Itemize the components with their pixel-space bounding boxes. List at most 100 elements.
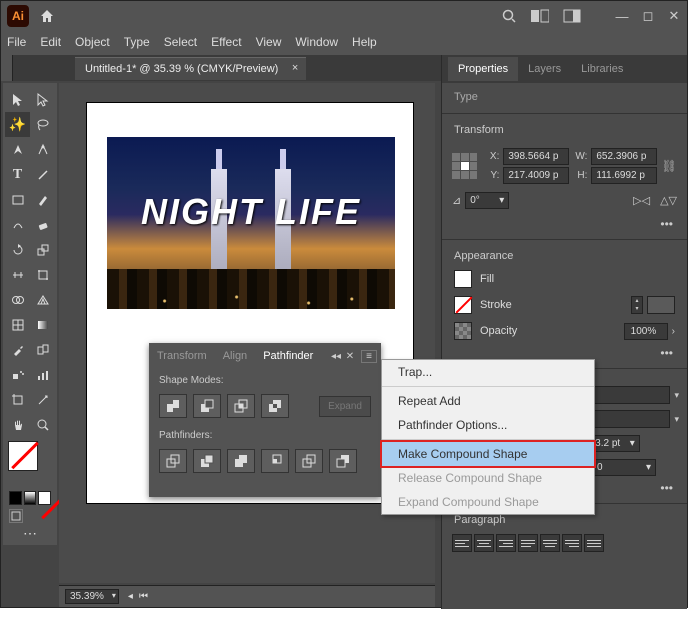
eyedropper-tool[interactable] — [5, 337, 30, 362]
align-left-button[interactable] — [452, 534, 472, 552]
menu-select[interactable]: Select — [164, 35, 197, 49]
none-mode-icon[interactable] — [38, 491, 51, 505]
tab-close-icon[interactable]: × — [292, 62, 298, 74]
zoom-dropdown[interactable]: 35.39% — [65, 589, 119, 604]
rectangle-tool[interactable] — [5, 187, 30, 212]
menu-edit[interactable]: Edit — [40, 35, 61, 49]
document-tab[interactable]: Untitled-1* @ 35.39 % (CMYK/Preview) × — [75, 57, 306, 80]
arrange-docs-icon[interactable] — [531, 9, 549, 23]
menu-item-make-compound-shape[interactable]: Make Compound Shape — [380, 440, 596, 468]
outline-button[interactable] — [295, 449, 323, 473]
type-tool[interactable]: T — [5, 162, 30, 187]
exclude-button[interactable] — [261, 394, 289, 418]
home-icon[interactable] — [37, 6, 57, 26]
menu-file[interactable]: File — [7, 35, 26, 49]
unite-button[interactable] — [159, 394, 187, 418]
rotate-input[interactable]: 0°▾ — [465, 192, 509, 209]
opacity-swatch[interactable] — [454, 322, 472, 340]
shape-builder-tool[interactable] — [5, 287, 30, 312]
blend-tool[interactable] — [30, 337, 55, 362]
expand-button[interactable]: Expand — [319, 396, 371, 417]
menu-window[interactable]: Window — [295, 35, 338, 49]
pen-tool[interactable] — [5, 137, 30, 162]
curvature-tool[interactable] — [30, 137, 55, 162]
menu-item-pathfinder-options[interactable]: Pathfinder Options... — [382, 413, 594, 437]
merge-button[interactable] — [227, 449, 255, 473]
reference-point-widget[interactable] — [452, 153, 477, 179]
flip-horizontal-icon[interactable]: ▷◁ — [633, 194, 650, 207]
stroke-swatch[interactable] — [8, 441, 38, 471]
shaper-tool[interactable] — [5, 212, 30, 237]
opacity-input[interactable]: 100% — [624, 323, 668, 340]
fill-color-swatch[interactable] — [454, 270, 472, 288]
hand-tool[interactable] — [5, 412, 30, 437]
menu-object[interactable]: Object — [75, 35, 110, 49]
gradient-tool[interactable] — [30, 312, 55, 337]
menu-item-repeat-add[interactable]: Repeat Add — [382, 389, 594, 413]
transform-more-icon[interactable]: ••• — [442, 215, 687, 237]
tab-properties[interactable]: Properties — [448, 57, 518, 81]
rotate-tool[interactable] — [5, 237, 30, 262]
divide-button[interactable] — [159, 449, 187, 473]
justify-all-button[interactable] — [584, 534, 604, 552]
zoom-tool[interactable] — [30, 412, 55, 437]
menu-help[interactable]: Help — [352, 35, 377, 49]
y-input[interactable]: 217.4009 p — [503, 167, 569, 184]
panel-tab-pathfinder[interactable]: Pathfinder — [255, 344, 321, 368]
justify-left-button[interactable] — [518, 534, 538, 552]
paintbrush-tool[interactable] — [30, 187, 55, 212]
magic-wand-tool[interactable]: ✨ — [5, 112, 30, 137]
lasso-tool[interactable] — [30, 112, 55, 137]
w-input[interactable]: 652.3906 p — [591, 148, 657, 165]
panel-tab-transform[interactable]: Transform — [149, 344, 215, 368]
stroke-weight-stepper[interactable]: ▴▾ — [631, 296, 643, 314]
slice-tool[interactable] — [30, 387, 55, 412]
control-bar-collapse[interactable] — [1, 55, 13, 81]
panel-menu-icon[interactable]: ≡ — [361, 350, 377, 363]
opacity-flyout-icon[interactable]: › — [672, 326, 675, 337]
minus-back-button[interactable] — [329, 449, 357, 473]
x-input[interactable]: 398.5664 p — [503, 148, 569, 165]
symbol-sprayer-tool[interactable] — [5, 362, 30, 387]
artboard-nav-first-icon[interactable]: ⏮ — [136, 591, 151, 602]
menu-type[interactable]: Type — [124, 35, 150, 49]
color-mode-icon[interactable] — [9, 491, 22, 505]
workspace-switcher-icon[interactable] — [563, 9, 581, 23]
flip-vertical-icon[interactable]: △▽ — [660, 194, 677, 207]
stroke-weight-dropdown[interactable] — [647, 296, 675, 314]
align-center-button[interactable] — [474, 534, 494, 552]
perspective-tool[interactable] — [30, 287, 55, 312]
edit-toolbar-icon[interactable]: ⋯ — [5, 525, 55, 541]
tracking-input[interactable]: 0▾ — [592, 459, 656, 476]
artboard-tool[interactable] — [5, 387, 30, 412]
panel-tab-align[interactable]: Align — [215, 344, 255, 368]
search-icon[interactable] — [501, 8, 517, 24]
screen-mode-icon[interactable] — [9, 509, 23, 523]
direct-selection-tool[interactable] — [30, 87, 55, 112]
align-right-button[interactable] — [496, 534, 516, 552]
canvas[interactable]: NIGHT LIFE — [59, 83, 435, 583]
artboard-nav-prev-icon[interactable]: ◂ — [125, 591, 136, 602]
panel-close-icon[interactable]: ✕ — [343, 351, 357, 362]
minimize-button[interactable]: — — [615, 9, 629, 23]
stroke-color-swatch[interactable] — [454, 296, 472, 314]
tab-layers[interactable]: Layers — [518, 57, 571, 81]
fill-stroke-swatches[interactable] — [8, 441, 52, 485]
intersect-button[interactable] — [227, 394, 255, 418]
crop-button[interactable] — [261, 449, 289, 473]
free-transform-tool[interactable] — [30, 262, 55, 287]
graph-tool[interactable] — [30, 362, 55, 387]
line-tool[interactable] — [30, 162, 55, 187]
menu-effect[interactable]: Effect — [211, 35, 241, 49]
menu-view[interactable]: View — [256, 35, 282, 49]
selection-tool[interactable] — [5, 87, 30, 112]
link-wh-icon[interactable]: ⛓ — [661, 159, 677, 173]
menu-item-trap[interactable]: Trap... — [382, 360, 594, 384]
mesh-tool[interactable] — [5, 312, 30, 337]
h-input[interactable]: 111.6992 p — [591, 167, 657, 184]
eraser-tool[interactable] — [30, 212, 55, 237]
minus-front-button[interactable] — [193, 394, 221, 418]
panel-collapse-icon[interactable]: ◂◂ — [329, 351, 343, 362]
maximize-button[interactable]: ◻ — [641, 9, 655, 23]
justify-right-button[interactable] — [562, 534, 582, 552]
